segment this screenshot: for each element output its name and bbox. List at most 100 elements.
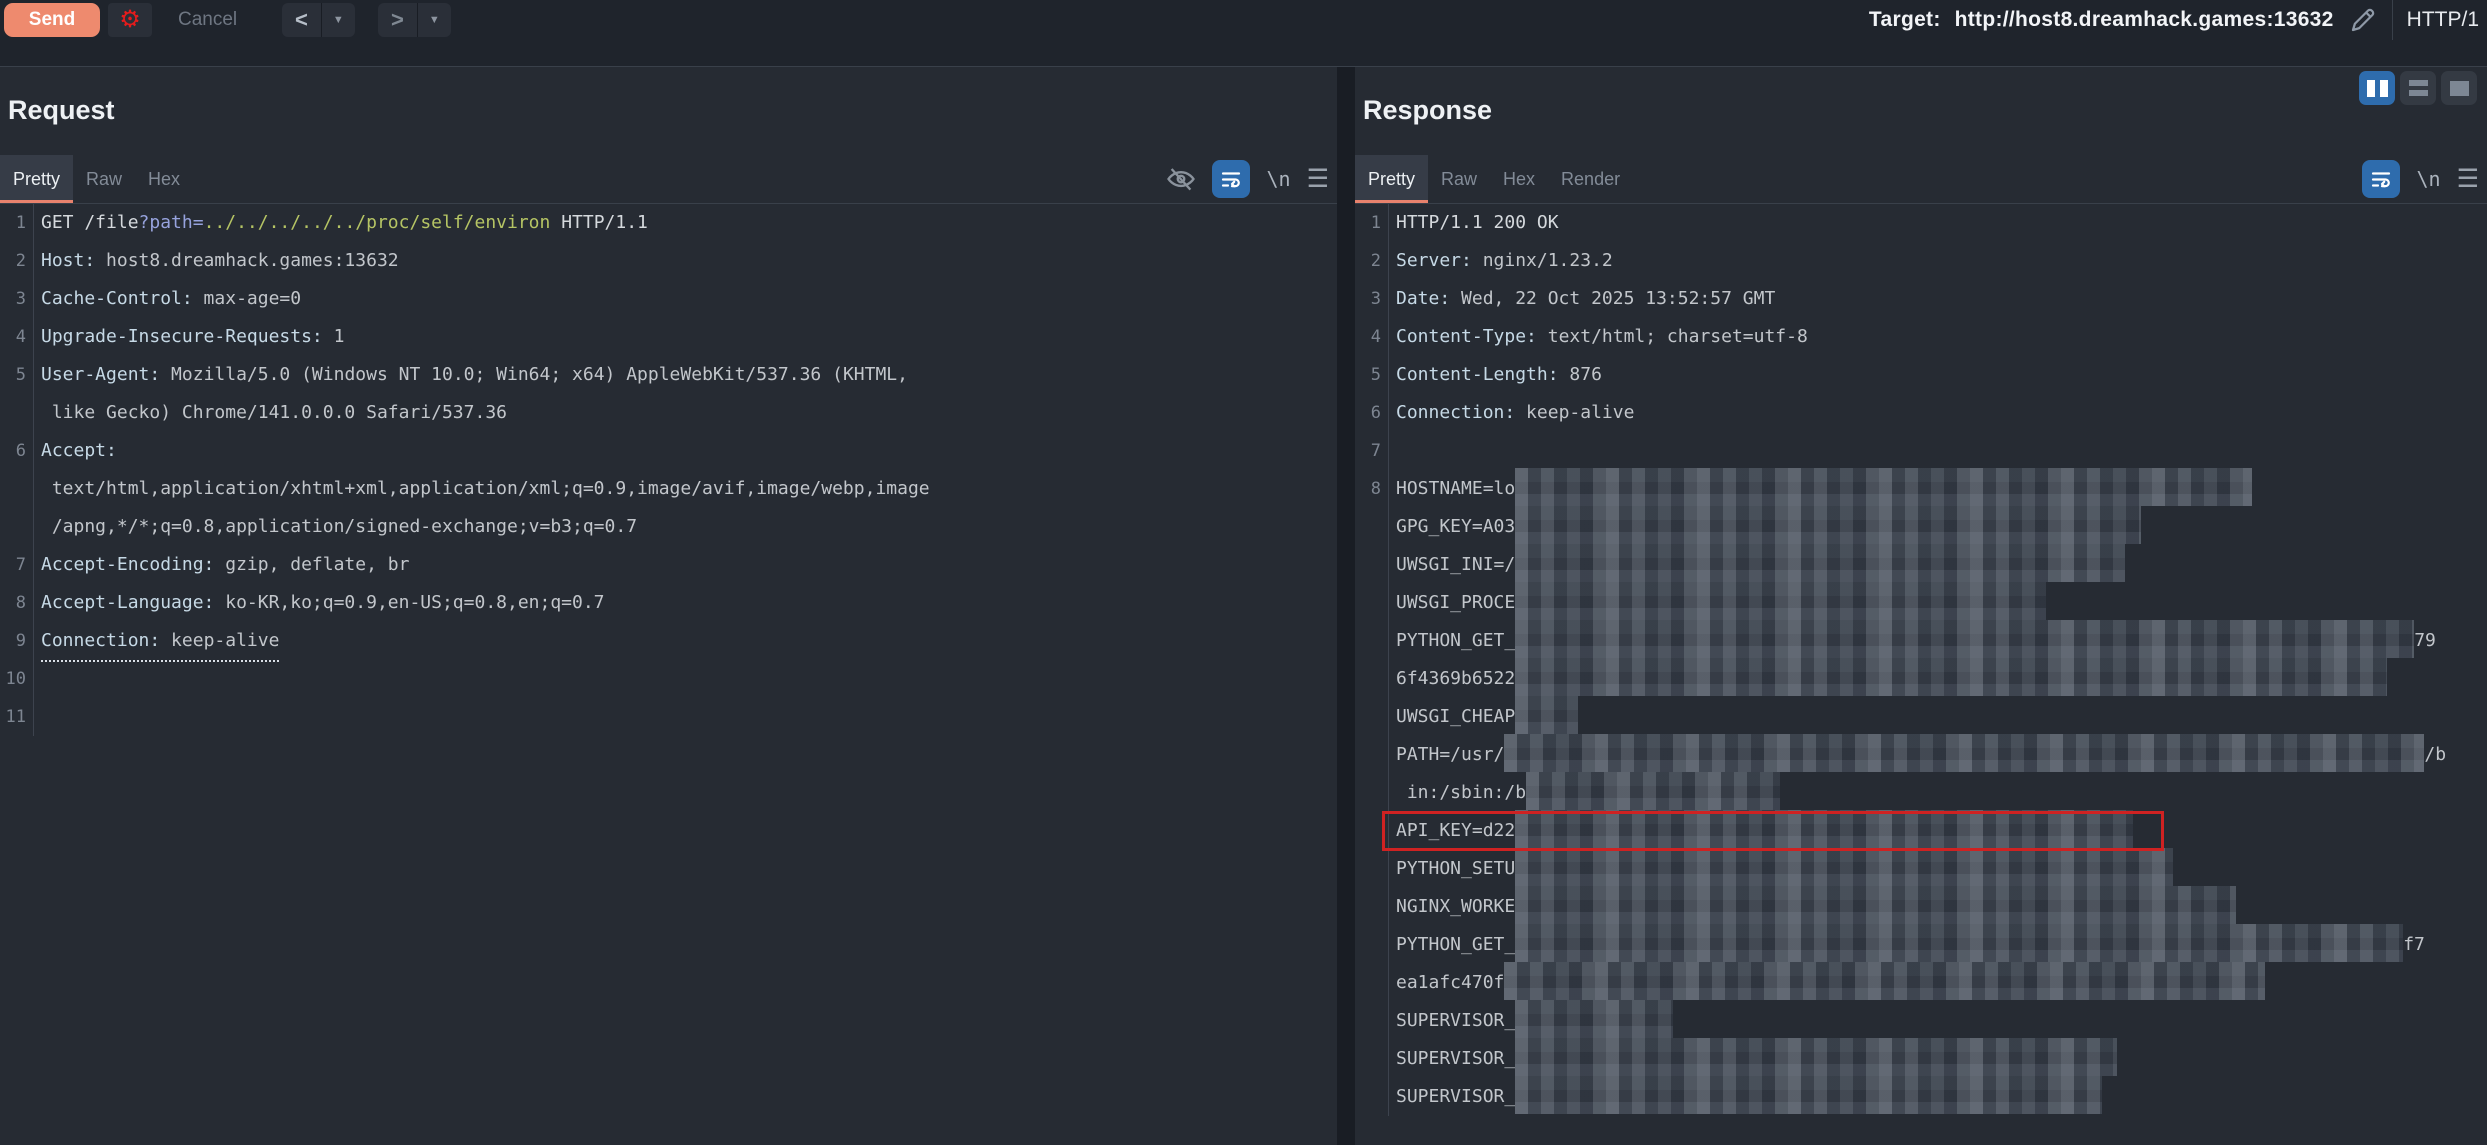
redacted-blur [1515, 886, 2236, 924]
code-line: 2Host: host8.dreamhack.games:13632 [0, 242, 1337, 280]
code-line: 6Accept: [0, 432, 1337, 470]
request-tabs: PrettyRawHex [0, 155, 193, 203]
line-number: 1 [0, 204, 34, 242]
line-number: 9 [0, 622, 34, 660]
tab-pretty[interactable]: Pretty [0, 155, 73, 203]
line-number [1355, 660, 1389, 698]
single-pane-icon [2450, 81, 2469, 96]
show-newlines-icon[interactable]: \n [2416, 167, 2440, 191]
divider [2392, 0, 2393, 40]
response-tab-bar: PrettyRawHexRender \n ☰ [1355, 155, 2487, 204]
tab-render[interactable]: Render [1548, 155, 1633, 203]
code-line: PYTHON_SETU [1355, 850, 2487, 888]
line-number [1355, 698, 1389, 736]
line-number [1355, 546, 1389, 584]
line-number [1355, 926, 1389, 964]
response-editor-icons: \n ☰ [2362, 155, 2479, 203]
tab-hex[interactable]: Hex [135, 155, 193, 203]
forward-dropdown-icon[interactable]: ▼ [418, 14, 451, 26]
line-number [1355, 508, 1389, 546]
code-line: UWSGI_CHEAP [1355, 698, 2487, 736]
request-tab-bar: PrettyRawHex [0, 155, 1337, 204]
history-back-group: < ▼ [282, 3, 355, 37]
redacted-blur [1515, 544, 2125, 582]
forward-arrow-button[interactable]: > [378, 7, 417, 33]
line-number: 6 [1355, 394, 1389, 432]
redacted-blur [1515, 582, 2046, 620]
word-wrap-toggle-icon[interactable] [2362, 160, 2400, 198]
code-line: PATH=/usr//b [1355, 736, 2487, 774]
redacted-blur [1515, 1000, 1673, 1038]
line-number: 3 [0, 280, 34, 318]
request-editor-icons: \n ☰ [1166, 155, 1329, 203]
line-number: 5 [0, 356, 34, 394]
editor-menu-icon[interactable]: ☰ [2457, 164, 2479, 194]
code-line: 1GET /file?path=../../../../../proc/self… [0, 204, 1337, 242]
redacted-blur [1515, 1076, 2102, 1114]
tab-raw[interactable]: Raw [1428, 155, 1490, 203]
line-number [0, 470, 34, 508]
back-arrow-button[interactable]: < [282, 7, 321, 33]
line-number: 1 [1355, 204, 1389, 242]
code-line: 4Content-Type: text/html; charset=utf-8 [1355, 318, 2487, 356]
gear-icon[interactable]: ⚙ [108, 3, 152, 37]
code-line: 8Accept-Language: ko-KR,ko;q=0.9,en-US;q… [0, 584, 1337, 622]
code-line: 9Connection: keep-alive [0, 622, 1337, 660]
code-line: like Gecko) Chrome/141.0.0.0 Safari/537.… [0, 394, 1337, 432]
line-number [1355, 622, 1389, 660]
code-line: 5User-Agent: Mozilla/5.0 (Windows NT 10.… [0, 356, 1337, 394]
line-number: 6 [0, 432, 34, 470]
code-line: UWSGI_INI=/ [1355, 546, 2487, 584]
layout-rows-button[interactable] [2400, 71, 2436, 105]
show-newlines-icon[interactable]: \n [1266, 167, 1290, 191]
code-line: SUPERVISOR_ [1355, 1078, 2487, 1116]
code-line: PYTHON_GET_f7 [1355, 926, 2487, 964]
pause-bar-icon [2367, 80, 2375, 97]
target-url: http://host8.dreamhack.games:13632 [1955, 8, 2334, 32]
layout-columns-button[interactable] [2359, 71, 2395, 105]
back-dropdown-icon[interactable]: ▼ [322, 14, 355, 26]
line-number [1355, 774, 1389, 812]
editor-menu-icon[interactable]: ☰ [1307, 164, 1329, 194]
code-line: 4Upgrade-Insecure-Requests: 1 [0, 318, 1337, 356]
panel-splitter[interactable] [1337, 67, 1355, 1145]
tab-hex[interactable]: Hex [1490, 155, 1548, 203]
word-wrap-toggle-icon[interactable] [1212, 160, 1250, 198]
line-number: 4 [1355, 318, 1389, 356]
code-line: SUPERVISOR_ [1355, 1040, 2487, 1078]
request-panel: Request PrettyRawHex [0, 67, 1337, 1145]
line-number: 8 [1355, 470, 1389, 508]
cancel-button[interactable]: Cancel [172, 0, 243, 40]
code-line: 7Accept-Encoding: gzip, deflate, br [0, 546, 1337, 584]
redacted-blur [1504, 734, 2424, 772]
redacted-blur [1515, 924, 2403, 962]
line-number: 5 [1355, 356, 1389, 394]
target-bar: Target: http://host8.dreamhack.games:136… [1869, 0, 2479, 40]
code-line: UWSGI_PROCE [1355, 584, 2487, 622]
response-editor[interactable]: 1HTTP/1.1 200 OK2Server: nginx/1.23.23Da… [1355, 204, 2487, 1145]
request-editor[interactable]: 1GET /file?path=../../../../../proc/self… [0, 204, 1337, 1145]
code-line: 8HOSTNAME=lo [1355, 470, 2487, 508]
hide-nonprintable-eye-slash-icon[interactable] [1166, 164, 1196, 194]
code-line: 5Content-Length: 876 [1355, 356, 2487, 394]
line-number [1355, 1002, 1389, 1040]
edit-target-pencil-icon[interactable] [2348, 5, 2378, 35]
code-line: ea1afc470f [1355, 964, 2487, 1002]
code-line: NGINX_WORKE [1355, 888, 2487, 926]
layout-single-button[interactable] [2441, 71, 2477, 105]
workspace: Request PrettyRawHex [0, 67, 2487, 1145]
api-key-highlight-box [1382, 811, 2164, 851]
code-line: /apng,*/*;q=0.8,application/signed-excha… [0, 508, 1337, 546]
code-line: 1HTTP/1.1 200 OK [1355, 204, 2487, 242]
tab-pretty[interactable]: Pretty [1355, 155, 1428, 203]
tab-raw[interactable]: Raw [73, 155, 135, 203]
code-line: 6f4369b6522 [1355, 660, 2487, 698]
redacted-blur [1515, 506, 2141, 544]
send-button[interactable]: Send [4, 3, 100, 37]
target-label: Target: [1869, 8, 1941, 32]
http-protocol-label[interactable]: HTTP/1 [2407, 8, 2479, 32]
redacted-blur [1515, 620, 2414, 658]
line-number [1355, 584, 1389, 622]
line-number: 3 [1355, 280, 1389, 318]
code-line: 10 [0, 660, 1337, 698]
